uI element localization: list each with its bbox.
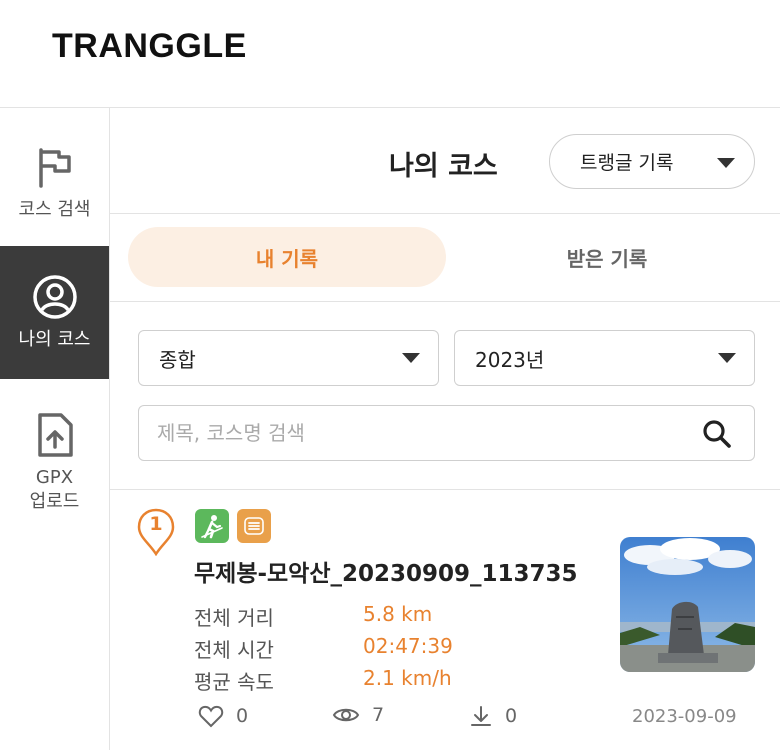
rank-number: 1 bbox=[149, 513, 163, 535]
eye-icon bbox=[332, 708, 360, 722]
flag-icon bbox=[32, 144, 78, 190]
stat-value-distance: 5.8 km bbox=[363, 602, 433, 626]
caret-down-icon bbox=[718, 353, 736, 363]
sidebar-item-label-line2: 업로드 bbox=[29, 491, 80, 512]
year-filter-value: 2023년 bbox=[475, 347, 545, 372]
view-count-block: 7 bbox=[332, 704, 384, 726]
search-input[interactable] bbox=[157, 418, 677, 448]
caret-down-icon bbox=[717, 158, 735, 168]
list-icon bbox=[237, 509, 271, 543]
view-count: 7 bbox=[372, 704, 385, 726]
sidebar-item-gpx-upload[interactable]: GPX 업로드 bbox=[0, 398, 109, 528]
caret-down-icon bbox=[402, 353, 420, 363]
heart-icon bbox=[198, 705, 224, 728]
hiking-icon bbox=[195, 509, 229, 543]
stat-value-avg-speed: 2.1 km/h bbox=[363, 666, 452, 690]
like-button[interactable]: 0 bbox=[198, 704, 248, 728]
like-count: 0 bbox=[236, 705, 249, 727]
sidebar-item-my-course[interactable]: 나의 코스 bbox=[0, 246, 109, 379]
tab-my-records[interactable]: 내 기록 bbox=[128, 227, 446, 287]
search-box bbox=[138, 405, 755, 461]
stat-label-distance: 전체 거리 bbox=[194, 606, 274, 630]
stat-label-duration: 전체 시간 bbox=[194, 638, 274, 662]
download-icon bbox=[471, 706, 491, 726]
stat-label-avg-speed: 평균 속도 bbox=[194, 670, 274, 694]
sidebar-item-label-line1: GPX bbox=[35, 467, 74, 488]
main-content: 나의 코스 트랭글 기록 내 기록 받은 기록 종합 2023년 1 bbox=[110, 108, 780, 750]
header: TRANGGLE bbox=[0, 0, 780, 108]
type-filter-value: 종합 bbox=[159, 347, 196, 372]
search-icon[interactable] bbox=[702, 419, 732, 449]
course-date: 2023-09-09 bbox=[632, 706, 737, 727]
sidebar: 코스 검색 나의 코스 GPX 업로드 bbox=[0, 108, 110, 750]
download-button[interactable]: 0 bbox=[469, 704, 517, 728]
tabs-row: 내 기록 받은 기록 bbox=[110, 214, 780, 302]
course-thumbnail[interactable] bbox=[620, 537, 755, 672]
user-circle-icon bbox=[32, 274, 78, 320]
page-title: 나의 코스 bbox=[389, 151, 498, 182]
title-row: 나의 코스 트랭글 기록 bbox=[110, 108, 780, 214]
sidebar-item-course-search[interactable]: 코스 검색 bbox=[0, 128, 109, 238]
trangle-logo[interactable]: TRANGGLE bbox=[52, 27, 247, 66]
sidebar-item-label: 코스 검색 bbox=[18, 199, 91, 220]
type-filter-select[interactable]: 종합 bbox=[138, 330, 439, 386]
record-type-value: 트랭글 기록 bbox=[580, 152, 674, 174]
record-type-select[interactable]: 트랭글 기록 bbox=[549, 134, 755, 189]
file-upload-icon bbox=[32, 412, 78, 458]
tab-received-records[interactable]: 받은 기록 bbox=[448, 227, 766, 287]
download-count: 0 bbox=[505, 705, 518, 727]
sidebar-item-label: 나의 코스 bbox=[18, 328, 91, 350]
year-filter-select[interactable]: 2023년 bbox=[454, 330, 755, 386]
course-title[interactable]: 무제봉-모악산_20230909_113735 bbox=[194, 554, 578, 588]
course-card[interactable]: 1 무제봉-모악산_20230909_113735 전체 거리 5.8 km 전… bbox=[110, 490, 780, 750]
stat-value-duration: 02:47:39 bbox=[363, 634, 453, 658]
